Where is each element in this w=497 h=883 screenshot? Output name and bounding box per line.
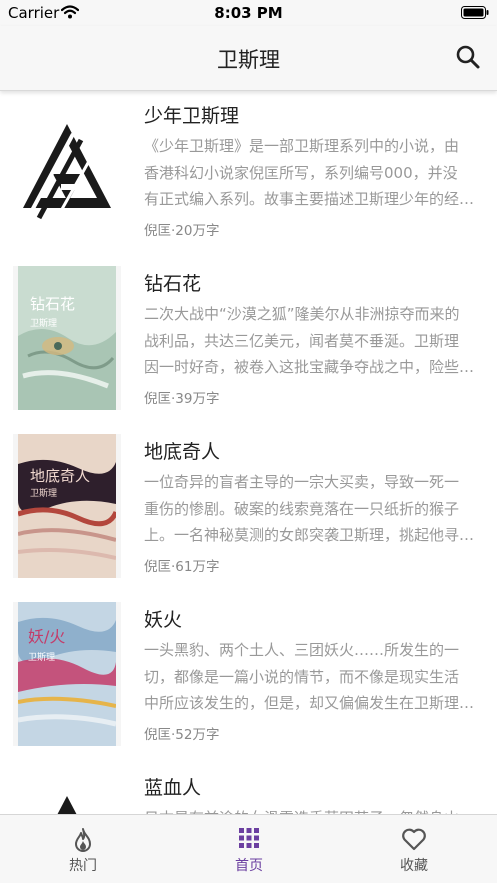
book-meta: 倪匡·52万字 [144, 727, 220, 743]
book-item[interactable]: 少年卫斯理 《少年卫斯理》是一部卫斯理系列中的小说，由 香港科幻小说家倪匡所写，… [0, 91, 497, 251]
navigation-bar: 卫斯理 [0, 26, 497, 91]
book-cover: 妖/火 卫斯理 [13, 602, 121, 746]
tab-label: 热门 [69, 858, 97, 874]
book-list[interactable]: 少年卫斯理 《少年卫斯理》是一部卫斯理系列中的小说，由 香港科幻小说家倪匡所写，… [0, 91, 497, 815]
book-meta: 倪匡·20万字 [144, 223, 220, 239]
heart-icon [401, 827, 427, 855]
book-item[interactable]: 钻石花 卫斯理 钻石花 二次大战中“沙漠之狐”隆美尔从非洲掠夺而来的 战利品，共… [0, 259, 497, 419]
svg-text:妖/火: 妖/火 [28, 627, 65, 646]
grid-icon [238, 827, 260, 853]
page-title: 卫斯理 [217, 48, 280, 72]
book-title: 钻石花 [144, 273, 202, 295]
svg-text:卫斯理: 卫斯理 [28, 651, 55, 663]
svg-text:钻石花: 钻石花 [30, 295, 75, 313]
book-cover: 钻石花 卫斯理 [13, 266, 121, 410]
book-item[interactable]: 地底奇人 卫斯理 地底奇人 一位奇异的盲者主导的一宗大买卖，导致一死一 重伤的惨… [0, 427, 497, 587]
tab-favorites[interactable]: 收藏 [331, 815, 497, 883]
book-description: 二次大战中“沙漠之狐”隆美尔从非洲掠夺而来的 战利品，共达三亿美元，闻者莫不垂涎… [144, 305, 475, 376]
book-meta: 倪匡·39万字 [144, 391, 220, 407]
status-bar: Carrier 8:03 PM [0, 0, 497, 26]
book-cover [13, 770, 121, 815]
book-meta: 倪匡·61万字 [144, 559, 220, 575]
svg-text:卫斯理: 卫斯理 [30, 317, 57, 329]
tab-label: 收藏 [400, 858, 428, 874]
battery-icon [461, 5, 489, 19]
book-title: 少年卫斯理 [144, 105, 240, 127]
tab-label: 首页 [235, 858, 263, 874]
book-cover: 地底奇人 卫斯理 [13, 434, 121, 578]
tab-hot[interactable]: 热门 [0, 815, 166, 883]
book-description: 一头黑豹、两个土人、三团妖火……所发生的一 切，都像是一篇小说的情节，而不像是现… [144, 641, 475, 712]
clock: 8:03 PM [214, 4, 283, 22]
book-item[interactable]: 蓝血人 日本是有前途的女滑雪选手草田芳子，忽然身山 [0, 763, 497, 815]
book-description: 一位奇异的盲者主导的一宗大买卖，导致一死一 重伤的惨剧。破案的线索竟落在一只纸折… [144, 473, 475, 544]
book-title: 蓝血人 [144, 777, 202, 799]
book-title: 地底奇人 [144, 441, 221, 463]
flame-icon [72, 827, 94, 857]
svg-text:卫斯理: 卫斯理 [30, 487, 57, 499]
search-icon[interactable] [455, 44, 481, 70]
book-cover [13, 98, 121, 242]
tab-home[interactable]: 首页 [166, 815, 332, 883]
book-title: 妖火 [144, 609, 183, 631]
book-item[interactable]: 妖/火 卫斯理 妖火 一头黑豹、两个土人、三团妖火……所发生的一 切，都像是一篇… [0, 595, 497, 755]
book-description: 《少年卫斯理》是一部卫斯理系列中的小说，由 香港科幻小说家倪匡所写，系列编号00… [144, 137, 475, 208]
svg-text:地底奇人: 地底奇人 [30, 467, 90, 485]
tab-bar: 热门 首页 收藏 [0, 814, 497, 883]
